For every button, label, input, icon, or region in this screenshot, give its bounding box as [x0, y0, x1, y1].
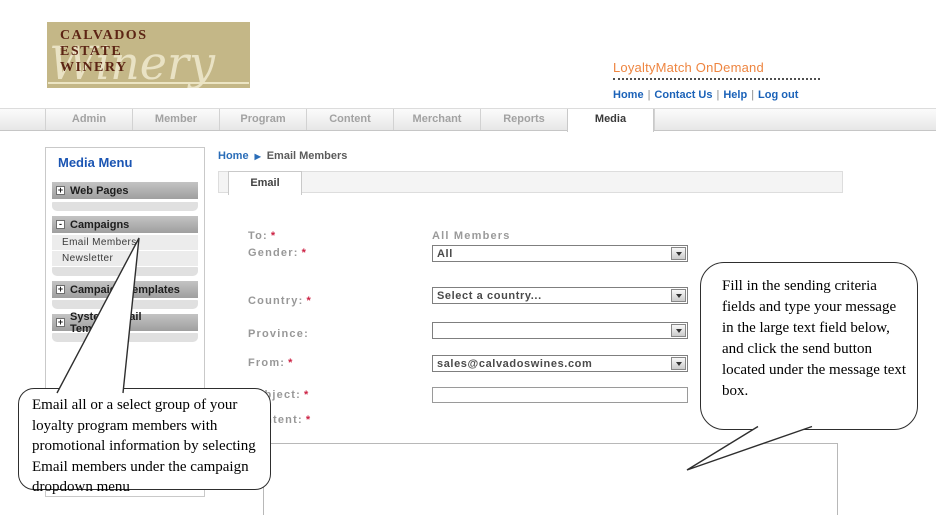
dropdown-arrow-icon[interactable] — [671, 324, 686, 337]
breadcrumb-arrow-icon: ▶ — [254, 151, 261, 161]
utility-link-home[interactable]: Home — [613, 89, 644, 101]
required-asterisk: * — [305, 414, 312, 426]
product-name: LoyaltyMatch OnDemand — [613, 60, 764, 75]
breadcrumb-home-link[interactable]: Home — [218, 150, 249, 162]
callout-campaigns-note: Email all or a select group of your loya… — [18, 388, 271, 495]
logo-line-2: ESTATE — [60, 44, 123, 59]
page: Winery CALVADOS ESTATE WINERY LoyaltyMat… — [0, 0, 936, 515]
required-asterisk: * — [306, 295, 312, 307]
utility-link-log-out[interactable]: Log out — [758, 89, 798, 101]
logo-divider — [48, 82, 249, 84]
utility-link-help[interactable]: Help — [723, 89, 747, 101]
utility-nav: Home | Contact Us | Help | Log out — [613, 89, 820, 101]
utility-separator: | — [716, 89, 720, 101]
from-select[interactable]: sales@calvadoswines.com — [432, 355, 688, 372]
collapse-icon[interactable]: - — [56, 220, 65, 229]
dropdown-arrow-icon[interactable] — [671, 247, 686, 260]
required-asterisk: * — [301, 247, 308, 259]
province-select[interactable] — [432, 322, 688, 339]
sidebar-section-label: Campaigns — [70, 218, 130, 231]
required-asterisk: * — [288, 357, 294, 369]
nav-tab-merchant[interactable]: Merchant — [393, 109, 480, 130]
required-asterisk: * — [270, 230, 277, 242]
callout-text: Fill in the sending criteria fields and … — [722, 278, 907, 399]
sidebar-section-label: Web Pages — [70, 184, 129, 197]
media-menu-title: Media Menu — [58, 155, 133, 170]
province-label: Province: — [248, 328, 309, 340]
utility-link-contact-us[interactable]: Contact Us — [654, 89, 712, 101]
sidebar-section-label: Campaign Templates — [70, 283, 180, 296]
nav-tab-reports[interactable]: Reports — [480, 109, 567, 130]
nav-tab-content[interactable]: Content — [306, 109, 393, 130]
country-select[interactable]: Select a country... — [432, 287, 688, 304]
sidebar-section-footer — [52, 267, 198, 276]
dotted-divider — [613, 76, 820, 80]
nav-tab-program[interactable]: Program — [219, 109, 306, 130]
breadcrumb: Home ▶ Email Members — [218, 150, 347, 162]
from-selected-value: sales@calvadoswines.com — [437, 357, 593, 370]
gender-label: Gender: * — [248, 247, 308, 259]
nav-tab-member[interactable]: Member — [132, 109, 219, 130]
callout-text: Email all or a select group of your loya… — [32, 397, 256, 495]
main-nav-bar: Admin Member Program Content Merchant Re… — [0, 108, 936, 132]
utility-separator: | — [647, 89, 651, 101]
expand-icon[interactable]: + — [56, 285, 65, 294]
sidebar-section-footer — [52, 300, 198, 309]
sidebar-section-footer — [52, 202, 198, 211]
to-value: All Members — [432, 230, 511, 242]
company-logo: Winery CALVADOS ESTATE WINERY — [47, 22, 250, 88]
logo-line-3: WINERY — [60, 60, 128, 75]
nav-filler — [654, 109, 936, 130]
sidebar-section-campaign-templates[interactable]: + Campaign Templates — [52, 281, 198, 298]
expand-icon[interactable]: + — [56, 186, 65, 195]
utility-separator: | — [751, 89, 755, 101]
sidebar-item-newsletter[interactable]: Newsletter — [52, 251, 198, 266]
from-label: From: * — [248, 357, 294, 369]
content-tab-strip: Email — [218, 171, 843, 195]
nav-tab-media[interactable]: Media — [567, 109, 654, 132]
breadcrumb-current: Email Members — [266, 150, 348, 162]
nav-tab-admin[interactable]: Admin — [45, 109, 132, 130]
sidebar-section-web-pages[interactable]: + Web Pages — [52, 182, 198, 199]
dropdown-arrow-icon[interactable] — [671, 357, 686, 370]
sidebar-section-label: System Email Templates — [69, 310, 142, 335]
country-label: Country: * — [248, 295, 312, 307]
sidebar-section-system-email-templates[interactable]: + System Email Templates — [52, 311, 198, 335]
dropdown-arrow-icon[interactable] — [671, 289, 686, 302]
message-content-textarea[interactable] — [263, 443, 838, 515]
country-selected-value: Select a country... — [437, 289, 542, 302]
expand-icon[interactable]: + — [56, 318, 65, 327]
required-asterisk: * — [304, 389, 310, 401]
tab-email[interactable]: Email — [228, 171, 302, 195]
subject-input[interactable] — [432, 387, 688, 403]
gender-select[interactable]: All — [432, 245, 688, 262]
to-label: To: * — [248, 230, 277, 242]
callout-send-instructions-note: Fill in the sending criteria fields and … — [700, 262, 918, 430]
sidebar-section-campaigns[interactable]: - Campaigns — [52, 216, 198, 233]
sidebar-section-footer — [52, 333, 198, 342]
logo-line-1: CALVADOS — [60, 28, 148, 43]
gender-selected-value: All — [437, 247, 453, 260]
sidebar-item-email-members[interactable]: Email Members — [52, 235, 198, 250]
